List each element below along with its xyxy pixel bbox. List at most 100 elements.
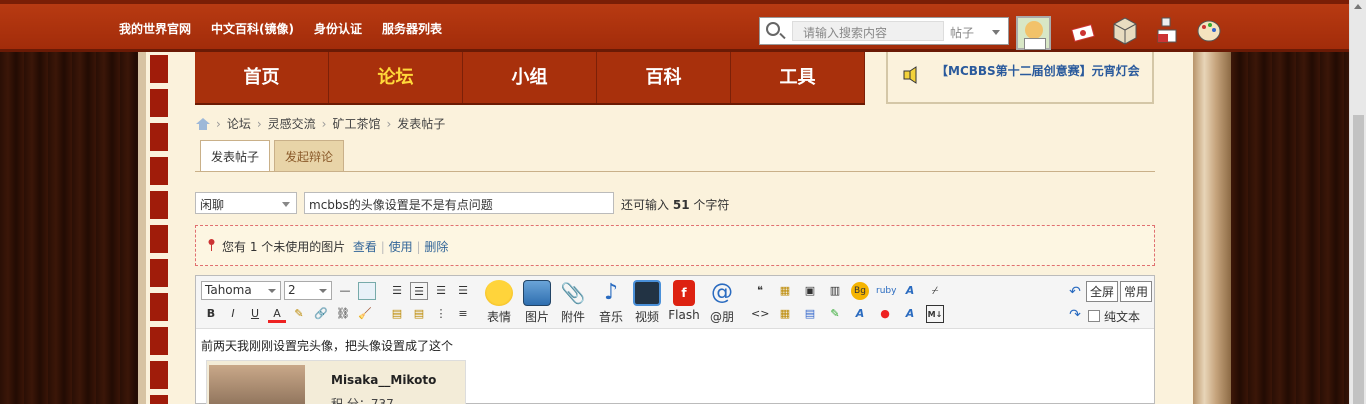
clear-format-icon[interactable]: 🧹 xyxy=(356,305,374,323)
background-icon[interactable]: Bg xyxy=(851,282,869,300)
attach-label: 附件 xyxy=(560,310,585,324)
card-points: 积 分：737 xyxy=(331,397,394,404)
nav-forum[interactable]: 论坛 xyxy=(329,52,463,103)
superscript-icon[interactable]: A xyxy=(901,282,919,300)
message-icon[interactable] xyxy=(1070,20,1096,44)
nav-wiki[interactable]: 百科 xyxy=(597,52,731,103)
music-button[interactable]: ♪ 音乐 xyxy=(593,280,629,325)
password-icon[interactable]: ✎ xyxy=(826,305,844,323)
underline-icon[interactable]: U xyxy=(246,305,264,323)
nav-tools[interactable]: 工具 xyxy=(731,52,865,103)
page-scrollbar[interactable] xyxy=(1349,0,1366,404)
hide-icon[interactable]: ▦ xyxy=(776,282,794,300)
link-identity-auth[interactable]: 身份认证 xyxy=(314,20,362,37)
undo-icon[interactable]: ↶ xyxy=(1066,283,1084,301)
link-official-site[interactable]: 我的世界官网 xyxy=(119,20,191,37)
font-family-select[interactable]: Tahoma xyxy=(201,281,281,300)
flash-button[interactable]: f Flash xyxy=(666,280,702,322)
link-wiki-mirror[interactable]: 中文百科(镜像) xyxy=(211,20,294,37)
hr-icon[interactable]: — xyxy=(336,282,354,300)
align-right-icon[interactable]: ☰ xyxy=(432,282,450,300)
code-icon[interactable]: <> xyxy=(751,305,769,323)
video-button[interactable]: 视频 xyxy=(629,280,665,325)
top-bar: 我的世界官网 中文百科(镜像) 身份认证 服务器列表 请输入搜索内容 帖子 xyxy=(0,0,1349,52)
page-icon[interactable]: ▥ xyxy=(826,282,844,300)
search-bar: 请输入搜索内容 帖子 xyxy=(759,17,1009,45)
unused-image-text: 您有 1 个未使用的图片 查看 | 使用 | 删除 xyxy=(222,240,449,254)
view-link[interactable]: 查看 xyxy=(353,240,377,254)
fullscreen-button[interactable]: 全屏 xyxy=(1086,281,1119,302)
image-button[interactable]: 图片 xyxy=(519,280,555,325)
thread-type-select[interactable]: 闲聊 xyxy=(195,192,297,214)
thread-type-value: 闲聊 xyxy=(200,198,225,212)
font-size-select[interactable]: 2 xyxy=(284,281,332,300)
emoji-label: 表情 xyxy=(486,310,511,324)
avatar-image xyxy=(209,365,305,404)
plaintext-checkbox[interactable] xyxy=(1088,310,1100,322)
flash-label: Flash xyxy=(668,308,700,322)
font-family-value: Tahoma xyxy=(205,283,252,297)
float-left-icon[interactable]: ▤ xyxy=(388,305,406,323)
italic-icon[interactable]: I xyxy=(224,305,242,323)
use-link[interactable]: 使用 xyxy=(389,240,413,254)
emoji-button[interactable]: 表情 xyxy=(481,280,517,325)
search-input[interactable]: 请输入搜索内容 xyxy=(792,21,944,41)
link-icon[interactable]: 🔗 xyxy=(312,305,330,323)
unlink-icon[interactable]: ⛓ xyxy=(334,305,352,323)
home-icon[interactable] xyxy=(196,117,210,130)
ordered-list-icon[interactable]: ⋮ xyxy=(432,305,450,323)
free-icon[interactable]: ▣ xyxy=(801,282,819,300)
qq-icon[interactable]: ● xyxy=(876,305,894,323)
decorative-border xyxy=(150,55,168,404)
link-server-list[interactable]: 服务器列表 xyxy=(382,20,442,37)
image-label: 图片 xyxy=(524,310,549,324)
text-style-icon[interactable]: A xyxy=(851,305,869,323)
announcement-link[interactable]: 【MCBBS第十二届创意赛】元宵灯会 xyxy=(936,62,1140,79)
tab-post[interactable]: 发表帖子 xyxy=(200,140,271,172)
delete-link[interactable]: 删除 xyxy=(424,240,448,254)
strike-icon[interactable]: ⌿ xyxy=(926,282,944,300)
editor-content[interactable]: 前两天我刚刚设置完头像，把头像设置成了这个 xyxy=(201,337,453,354)
redo-icon[interactable]: ↷ xyxy=(1066,306,1084,324)
attach-button[interactable]: 📎 附件 xyxy=(555,280,591,325)
lock-icon[interactable]: ▦ xyxy=(776,305,794,323)
unused-image-notice: 您有 1 个未使用的图片 查看 | 使用 | 删除 xyxy=(195,225,1155,266)
mention-button[interactable]: @ @朋 xyxy=(704,280,740,325)
align-left-icon[interactable]: ☰ xyxy=(388,282,406,300)
tab-debate[interactable]: 发起辩论 xyxy=(274,140,345,172)
justify-icon[interactable]: ☰ xyxy=(454,282,472,300)
plaintext-label: 纯文本 xyxy=(1104,310,1141,324)
user-avatar[interactable] xyxy=(1016,16,1051,50)
editor-toolbar: Tahoma 2 — B I U A ✎ 🔗 ⛓ 🧹 ☰ ☰ ☰ ☰ ▤ ▤ ⋮… xyxy=(196,276,1154,329)
table-icon[interactable] xyxy=(358,282,376,300)
search-icon[interactable] xyxy=(766,22,780,36)
breadcrumb-forum[interactable]: 论坛 xyxy=(227,115,251,132)
bold-icon[interactable]: B xyxy=(202,305,220,323)
subscript-icon[interactable]: A xyxy=(901,305,919,323)
align-center-icon[interactable]: ☰ xyxy=(410,282,428,300)
quote-icon[interactable]: ❝ xyxy=(751,282,769,300)
unused-image-label: 您有 1 个未使用的图片 xyxy=(222,240,346,254)
nav-home[interactable]: 首页 xyxy=(195,52,329,103)
nav-group[interactable]: 小组 xyxy=(463,52,597,103)
chevron-down-icon xyxy=(268,289,276,293)
scroll-up-icon[interactable] xyxy=(1354,4,1362,9)
breadcrumb-teahouse[interactable]: 矿工茶馆 xyxy=(332,115,380,132)
common-button[interactable]: 常用 xyxy=(1120,281,1153,302)
search-scope-select[interactable]: 帖子 xyxy=(950,24,974,41)
markdown-icon[interactable]: M↓ xyxy=(926,305,944,323)
float-right-icon[interactable]: ▤ xyxy=(410,305,428,323)
potion-icon[interactable] xyxy=(1154,16,1180,46)
palette-icon[interactable] xyxy=(1196,17,1222,45)
highlight-icon[interactable]: ✎ xyxy=(290,305,308,323)
unordered-list-icon[interactable]: ≡ xyxy=(454,305,472,323)
breadcrumb-inspiration[interactable]: 灵感交流 xyxy=(268,115,316,132)
scroll-thumb[interactable] xyxy=(1353,115,1364,404)
index-icon[interactable]: ▤ xyxy=(801,305,819,323)
top-links: 我的世界官网 中文百科(镜像) 身份认证 服务器列表 xyxy=(119,20,442,37)
font-color-icon[interactable]: A xyxy=(268,305,286,323)
ruby-icon[interactable]: ruby xyxy=(876,282,896,300)
subject-input[interactable]: mcbbs的头像设置是不是有点问题 xyxy=(304,192,614,214)
chevron-down-icon[interactable] xyxy=(992,30,1000,35)
block-icon[interactable] xyxy=(1112,16,1138,46)
